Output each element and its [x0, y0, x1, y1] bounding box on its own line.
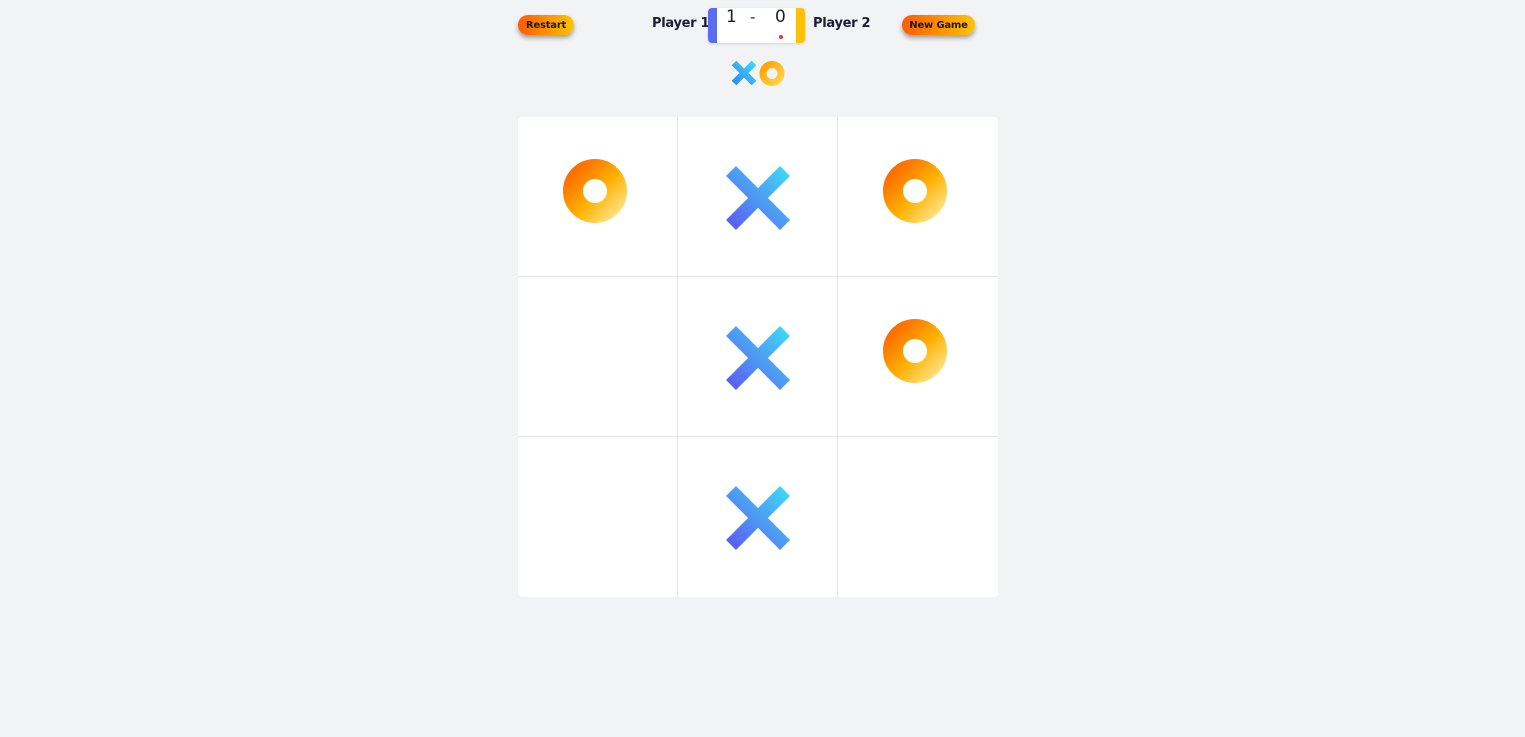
active-turn-indicator: [779, 35, 783, 39]
player2-label: Player 2: [813, 16, 871, 31]
game-board: [518, 117, 998, 597]
player2-color-bar: [796, 8, 805, 43]
board-cell-7[interactable]: [518, 437, 678, 597]
board-cell-9[interactable]: [838, 437, 998, 597]
board-cell-8[interactable]: [678, 437, 838, 597]
o-mark-icon: [563, 159, 627, 223]
board-cell-1[interactable]: [518, 117, 678, 277]
x-mark-icon: [726, 326, 790, 390]
x-mark-icon: [726, 166, 790, 230]
o-mark-icon: [883, 159, 947, 223]
player1-score: 1: [726, 7, 737, 27]
restart-button[interactable]: Restart: [518, 15, 574, 35]
xo-logo-icon: [729, 58, 789, 88]
player2-score: 0: [775, 7, 786, 27]
x-mark-icon: [726, 486, 790, 550]
scoreboard: [708, 8, 805, 43]
o-mark-icon: [883, 319, 947, 383]
board-cell-5[interactable]: [678, 277, 838, 437]
board-cell-6[interactable]: [838, 277, 998, 437]
board-cell-2[interactable]: [678, 117, 838, 277]
top-bar: Restart Player 1 1 - 0 Player 2 New Game: [0, 0, 1525, 50]
player1-color-bar: [708, 8, 717, 43]
score-separator: -: [750, 8, 756, 26]
new-game-button[interactable]: New Game: [902, 15, 975, 35]
player1-label: Player 1: [652, 16, 710, 31]
board-cell-4[interactable]: [518, 277, 678, 437]
board-cell-3[interactable]: [838, 117, 998, 277]
